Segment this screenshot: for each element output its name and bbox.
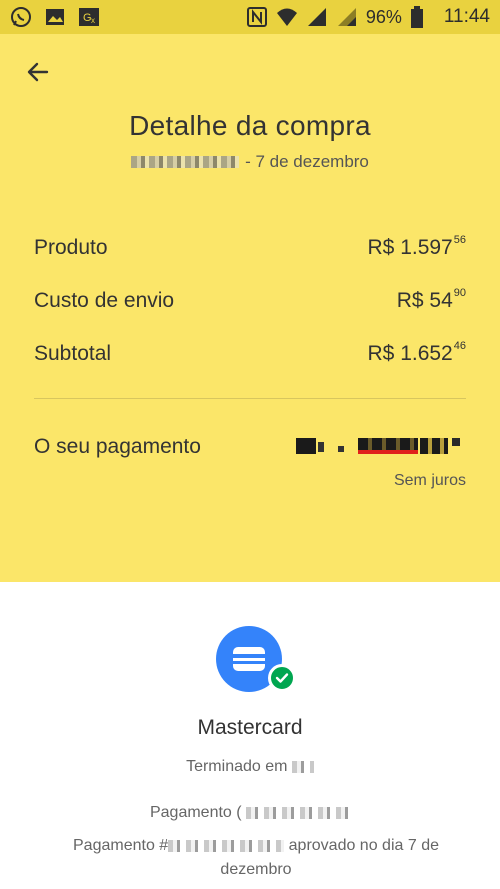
subtotal-row: Subtotal R$ 1.65246 [34, 340, 466, 366]
card-ending: Terminado em [0, 758, 500, 776]
redacted-card-digits [291, 760, 314, 773]
product-amount: R$ 1.59756 [367, 234, 466, 259]
whatsapp-icon [10, 6, 32, 28]
divider [34, 398, 466, 399]
shipping-row: Custo de envio R$ 5490 [34, 287, 466, 313]
status-bar: Gx 96% 11:44 [0, 0, 500, 34]
subtotal-amount: R$ 1.65246 [367, 340, 466, 365]
payment-note: Sem juros [393, 472, 466, 489]
product-label: Produto [34, 236, 108, 259]
card-icon-wrap [216, 626, 296, 694]
shipping-amount: R$ 5490 [396, 287, 466, 312]
purchase-date: - 7 de dezembro [245, 152, 369, 171]
redacted-payment-amount [296, 434, 466, 460]
arrow-left-icon [27, 62, 49, 82]
redacted-installments [246, 806, 351, 819]
product-row: Produto R$ 1.59756 [34, 234, 466, 260]
gallery-icon [44, 6, 66, 28]
svg-text:x: x [91, 16, 95, 25]
payment-label: O seu pagamento [34, 435, 201, 458]
wifi-icon [276, 6, 298, 28]
clock: 11:44 [443, 6, 490, 27]
nfc-icon [246, 6, 268, 28]
shipping-label: Custo de envio [34, 289, 175, 312]
signal-icon-2 [336, 6, 358, 28]
battery-percent: 96% [365, 6, 402, 27]
payment-installments-line: Pagamento ( [0, 804, 500, 822]
battery-icon [410, 6, 432, 28]
check-icon [268, 664, 296, 692]
page-title: Detalhe da compra [129, 110, 371, 141]
signal-icon [306, 6, 328, 28]
redacted-payment-id [168, 839, 285, 852]
payment-status-line: Pagamento # aprovado no dia 7 de dezembr… [73, 837, 439, 878]
subtotal-label: Subtotal [34, 342, 112, 365]
back-button[interactable] [22, 56, 54, 88]
payment-row: O seu pagamento [34, 434, 466, 460]
purchase-date-line: - 7 de dezembro [0, 152, 500, 172]
translate-icon: Gx [78, 6, 100, 28]
redacted-seller [131, 156, 240, 168]
card-brand: Mastercard [197, 716, 303, 739]
purchase-summary-panel: Detalhe da compra - 7 de dezembro Produt… [0, 34, 500, 582]
